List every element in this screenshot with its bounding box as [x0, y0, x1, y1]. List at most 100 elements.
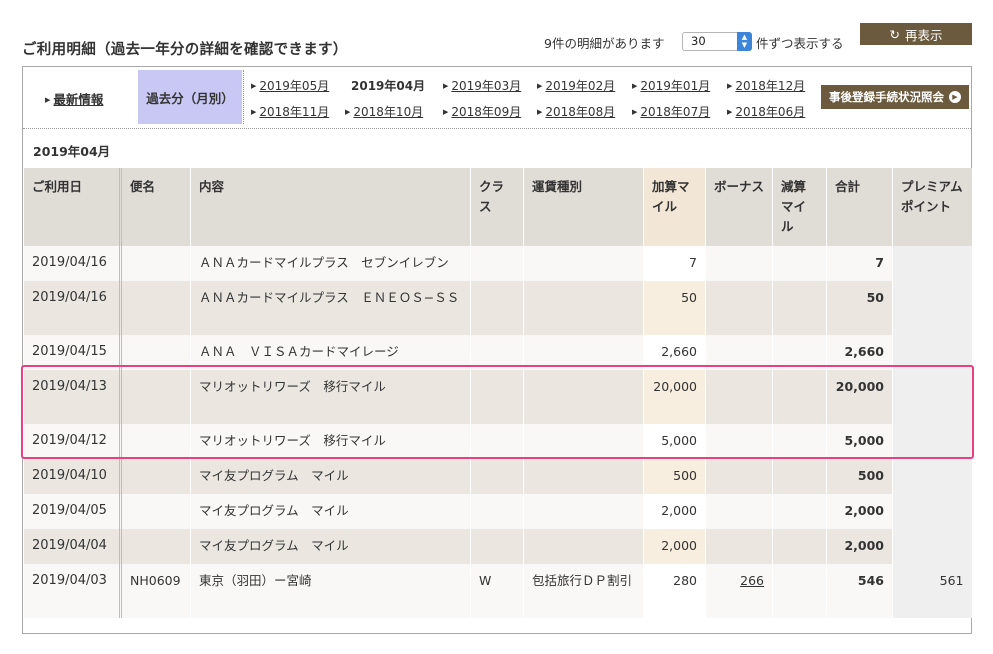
month-heading: 2019年04月: [33, 144, 111, 159]
month-link-2019-01[interactable]: ▶ 2019年01月: [632, 77, 710, 94]
cell-fare-type: [523, 459, 644, 494]
table-row: 2019/04/03 NH0609 東京（羽田）ー宮崎 W 包括旅行ＤＰ割引 2…: [23, 564, 972, 618]
cell-class: [470, 281, 524, 335]
cell-content: マイ友プログラム マイル: [190, 494, 471, 529]
cell-fare-type: [523, 281, 644, 335]
header-content: 内容: [190, 168, 471, 246]
cell-premium-points: [892, 529, 972, 564]
month-link-2018-08[interactable]: ▶ 2018年08月: [537, 103, 615, 120]
cell-class: [470, 494, 524, 529]
bonus-link[interactable]: 266: [740, 573, 764, 588]
cell-added-miles: 50: [643, 281, 706, 335]
cell-date: 2019/04/03: [23, 564, 122, 618]
triangle-right-icon: ▶: [443, 82, 449, 90]
cell-deducted-miles: [772, 281, 827, 335]
cell-flight: [120, 459, 191, 494]
post-registration-status-button[interactable]: 事後登録手続状況照会 ▶: [821, 85, 969, 109]
triangle-right-icon: ▶: [727, 108, 733, 116]
triangle-right-icon: ▶: [537, 82, 543, 90]
header-flight: 便名: [120, 168, 191, 246]
nav-past-tab[interactable]: 過去分（月別）: [138, 70, 242, 124]
cell-fare-type: [523, 529, 644, 564]
nav-recent-link[interactable]: ▶ 最新情報: [45, 89, 103, 108]
cell-deducted-miles: [772, 459, 827, 494]
cell-class: [470, 459, 524, 494]
month-link-2019-05[interactable]: ▶ 2019年05月: [251, 77, 329, 94]
cell-premium-points: [892, 459, 972, 494]
cell-content: 東京（羽田）ー宮崎: [190, 564, 471, 618]
cell-total: 50: [826, 281, 893, 335]
cell-bonus: [705, 529, 773, 564]
cell-date: 2019/04/16: [23, 281, 122, 335]
refresh-button[interactable]: ↻ 再表示: [860, 23, 972, 45]
month-current-2019-04: 2019年04月: [351, 79, 426, 93]
statement-panel: ▶ 最新情報 過去分（月別） ▶ 2019年05月 2019年04月 ▶ 2019年0…: [22, 66, 972, 634]
cell-bonus[interactable]: 266: [705, 564, 773, 618]
cell-date: 2019/04/10: [23, 459, 122, 494]
header-deducted-miles: 減算マイル: [772, 168, 827, 246]
header-class: クラス: [470, 168, 524, 246]
refresh-icon: ↻: [889, 26, 900, 42]
cell-date: 2019/04/16: [23, 246, 122, 281]
triangle-right-icon: ▶: [632, 108, 638, 116]
triangle-right-icon: ▶: [45, 96, 51, 104]
month-link-2018-12[interactable]: ▶ 2018年12月: [727, 77, 805, 94]
cell-total: 546: [826, 564, 893, 618]
cell-added-miles: 2,000: [643, 494, 706, 529]
cell-flight: [120, 246, 191, 281]
per-page-select[interactable]: 30 ▲ ▼: [682, 32, 752, 51]
month-link-2018-07[interactable]: ▶ 2018年07月: [632, 103, 710, 120]
table-row: 2019/04/04 マイ友プログラム マイル 2,000 2,000: [23, 529, 972, 564]
cell-content: マイ友プログラム マイル: [190, 459, 471, 494]
triangle-right-icon: ▶: [632, 82, 638, 90]
cell-bonus: [705, 246, 773, 281]
spinner-arrows-icon: ▲ ▼: [737, 32, 752, 51]
triangle-right-icon: ▶: [251, 82, 257, 90]
cell-class: [470, 246, 524, 281]
cell-deducted-miles: [772, 246, 827, 281]
circle-arrow-right-icon: ▶: [949, 91, 961, 103]
page-title: ご利用明細（過去一年分の詳細を確認できます）: [22, 42, 348, 58]
cell-flight: NH0609: [120, 564, 191, 618]
cell-fare-type: 包括旅行ＤＰ割引: [523, 564, 644, 618]
cell-added-miles: 7: [643, 246, 706, 281]
month-link-2019-03[interactable]: ▶ 2019年03月: [443, 77, 521, 94]
cell-bonus: [705, 459, 773, 494]
triangle-right-icon: ▶: [251, 108, 257, 116]
result-count-text: 9件の明細があります: [544, 35, 665, 51]
triangle-right-icon: ▶: [727, 82, 733, 90]
nav-bottom-divider: [23, 128, 971, 129]
cell-deducted-miles: [772, 529, 827, 564]
table-row: 2019/04/05 マイ友プログラム マイル 2,000 2,000: [23, 494, 972, 529]
month-link-2018-06[interactable]: ▶ 2018年06月: [727, 103, 805, 120]
header-added-miles: 加算マイル: [643, 168, 706, 246]
cell-premium-points: 561: [892, 564, 972, 618]
cell-date: 2019/04/04: [23, 529, 122, 564]
cell-added-miles: 2,000: [643, 529, 706, 564]
triangle-right-icon: ▶: [443, 108, 449, 116]
cell-total: 2,000: [826, 529, 893, 564]
cell-added-miles: 280: [643, 564, 706, 618]
per-page-suffix: 件ずつ表示する: [756, 35, 844, 51]
header-bonus: ボーナス: [705, 168, 773, 246]
cell-deducted-miles: [772, 564, 827, 618]
cell-class: [470, 529, 524, 564]
refresh-button-label: 再表示: [904, 27, 943, 43]
cell-bonus: [705, 281, 773, 335]
per-page-value: 30: [691, 34, 706, 48]
post-registration-label: 事後登録手続状況照会: [829, 90, 944, 104]
cell-added-miles: 500: [643, 459, 706, 494]
cell-flight: [120, 529, 191, 564]
cell-total: 2,000: [826, 494, 893, 529]
cell-total: 7: [826, 246, 893, 281]
month-link-2018-09[interactable]: ▶ 2018年09月: [443, 103, 521, 120]
month-link-2019-02[interactable]: ▶ 2019年02月: [537, 77, 615, 94]
cell-fare-type: [523, 246, 644, 281]
month-link-2018-11[interactable]: ▶ 2018年11月: [251, 103, 329, 120]
month-link-2018-10[interactable]: ▶ 2018年10月: [345, 103, 423, 120]
cell-deducted-miles: [772, 494, 827, 529]
cell-premium-points: [892, 494, 972, 529]
cell-content: ＡＮＡカードマイルプラス セブンイレブン: [190, 246, 471, 281]
cell-total: 500: [826, 459, 893, 494]
cell-premium-points: [892, 246, 972, 281]
